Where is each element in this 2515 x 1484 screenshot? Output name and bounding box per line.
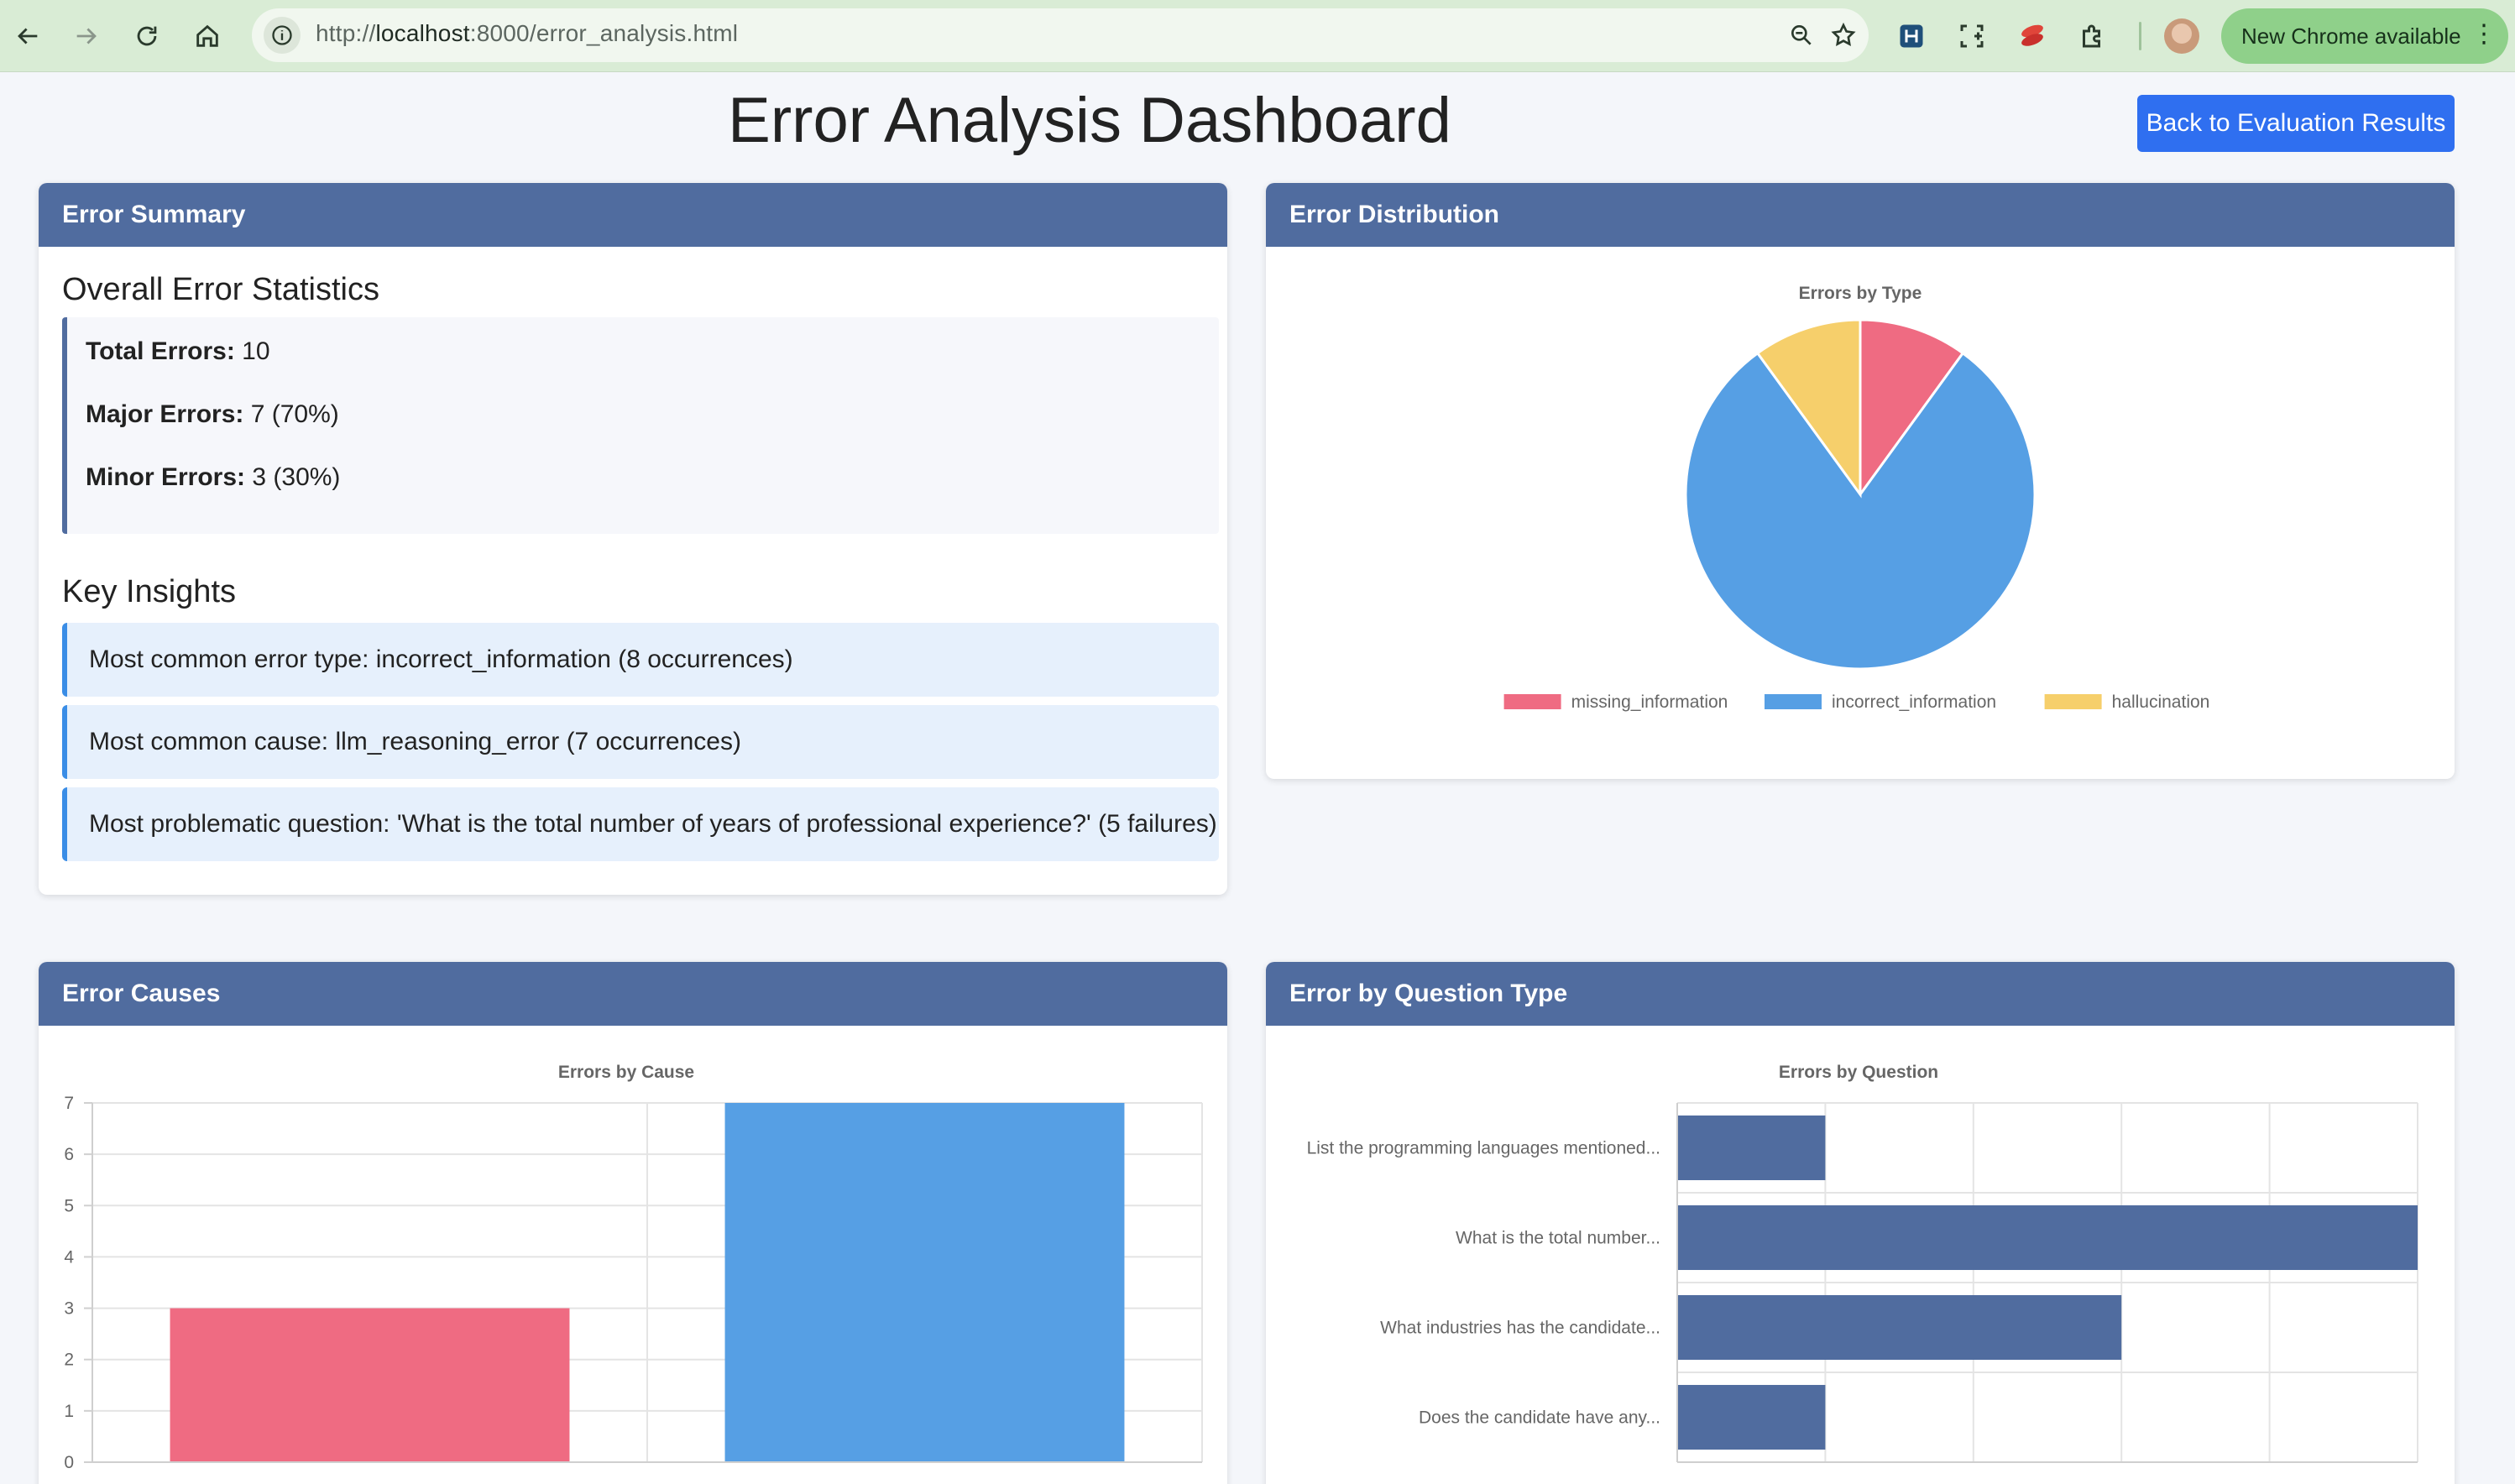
legend-label-missing_information: missing_information bbox=[1571, 692, 1728, 712]
page-title: Error Analysis Dashboard bbox=[728, 85, 1451, 156]
error-summary-header: Error Summary bbox=[39, 183, 1227, 247]
home-icon[interactable] bbox=[188, 17, 227, 55]
cause-y-tick-label: 2 bbox=[64, 1351, 74, 1370]
address-bar[interactable]: http://localhost:8000/error_analysis.htm… bbox=[252, 8, 1869, 62]
stats-box: Total Errors: 10 Major Errors: 7 (70%) M… bbox=[62, 317, 1219, 534]
minor-errors-stat: Minor Errors: 3 (30%) bbox=[86, 463, 341, 491]
cause-y-tick-label: 0 bbox=[64, 1453, 74, 1472]
question-y-tick-label: List the programming languages mentioned… bbox=[1307, 1139, 1660, 1158]
question-y-tick-label: Does the candidate have any... bbox=[1419, 1408, 1660, 1428]
screenshot-icon[interactable] bbox=[1953, 17, 1991, 55]
major-errors-stat: Major Errors: 7 (70%) bbox=[86, 400, 339, 428]
legend-label-hallucination: hallucination bbox=[2112, 692, 2210, 712]
cause-chart-title: Errors by Cause bbox=[558, 1063, 694, 1082]
question-y-tick-label: What is the total number... bbox=[1456, 1229, 1660, 1248]
error-distribution-header: Error Distribution bbox=[1266, 183, 2455, 247]
cause-bar bbox=[724, 1103, 1125, 1462]
error-question-header: Error by Question Type bbox=[1266, 962, 2455, 1026]
more-menu-icon[interactable]: ⋮ bbox=[2471, 22, 2497, 47]
back-arrow-icon[interactable] bbox=[8, 17, 47, 55]
question-chart-title: Errors by Question bbox=[1779, 1063, 1938, 1082]
question-bar bbox=[1677, 1204, 2418, 1271]
cause-bar-chart: Errors by Cause 0 1 2 3 4 5 6 7 bbox=[64, 1063, 1203, 1472]
overall-stats-heading: Overall Error Statistics bbox=[62, 272, 379, 307]
back-to-results-button[interactable]: Back to Evaluation Results bbox=[2137, 95, 2455, 152]
pie-chart-title: Errors by Type bbox=[1799, 284, 1922, 303]
cause-y-tick-label: 3 bbox=[64, 1299, 74, 1319]
url-text[interactable]: http://localhost:8000/error_analysis.htm… bbox=[316, 20, 738, 47]
insight-question: Most problematic question: 'What is the … bbox=[62, 787, 1219, 861]
insight-error-type: Most common error type: incorrect_inform… bbox=[62, 623, 1219, 697]
question-bar bbox=[1677, 1384, 1826, 1450]
extension-red-icon[interactable] bbox=[2013, 17, 2052, 55]
error-distribution-card: Error Distribution Errors by Type missing… bbox=[1266, 183, 2455, 779]
forward-arrow-icon[interactable] bbox=[67, 17, 106, 55]
toolbar-divider bbox=[2139, 22, 2141, 50]
total-errors-stat: Total Errors: 10 bbox=[86, 337, 270, 365]
error-summary-card: Error Summary Overall Error Statistics T… bbox=[39, 183, 1227, 895]
site-info-icon[interactable] bbox=[264, 17, 301, 54]
bookmark-star-icon[interactable] bbox=[1827, 18, 1860, 52]
key-insights-heading: Key Insights bbox=[62, 574, 236, 609]
pie-chart: Errors by Type missing_information incorre… bbox=[1503, 284, 2210, 712]
cause-bar bbox=[170, 1308, 570, 1462]
cause-y-tick-label: 5 bbox=[64, 1196, 74, 1215]
zoom-icon[interactable] bbox=[1785, 18, 1818, 52]
error-causes-card: Error Causes Errors by Cause 0 1 2 3 4 5 6 7 bbox=[39, 962, 1227, 1484]
legend-swatch-incorrect_information bbox=[1765, 694, 1822, 709]
update-chrome-label: New Chrome available bbox=[2241, 23, 2461, 49]
error-causes-header: Error Causes bbox=[39, 962, 1227, 1026]
cause-y-tick-label: 1 bbox=[64, 1402, 74, 1421]
extensions-puzzle-icon[interactable] bbox=[2073, 17, 2112, 55]
profile-avatar[interactable] bbox=[2164, 18, 2199, 54]
legend-swatch-hallucination bbox=[2044, 694, 2102, 709]
reload-icon[interactable] bbox=[128, 17, 166, 55]
browser-toolbar: http://localhost:8000/error_analysis.htm… bbox=[0, 0, 2515, 72]
question-bar bbox=[1677, 1115, 1826, 1181]
question-bar-chart: Errors by Question List the programming l… bbox=[1307, 1063, 2418, 1463]
update-chrome-button[interactable]: New Chrome available ⋮ bbox=[2221, 8, 2508, 64]
extension-h-icon[interactable] bbox=[1892, 17, 1931, 55]
cause-y-tick-label: 4 bbox=[64, 1247, 74, 1267]
question-y-tick-label: What industries has the candidate... bbox=[1380, 1319, 1660, 1338]
question-bar bbox=[1677, 1294, 2122, 1361]
cause-y-tick-label: 6 bbox=[64, 1145, 74, 1164]
legend-swatch-missing_information bbox=[1503, 694, 1561, 709]
cause-y-tick-label: 7 bbox=[64, 1094, 74, 1113]
error-question-card: Error by Question Type Errors by Questio… bbox=[1266, 962, 2455, 1484]
insight-cause: Most common cause: llm_reasoning_error (… bbox=[62, 705, 1219, 779]
legend-label-incorrect_information: incorrect_information bbox=[1832, 692, 1996, 712]
